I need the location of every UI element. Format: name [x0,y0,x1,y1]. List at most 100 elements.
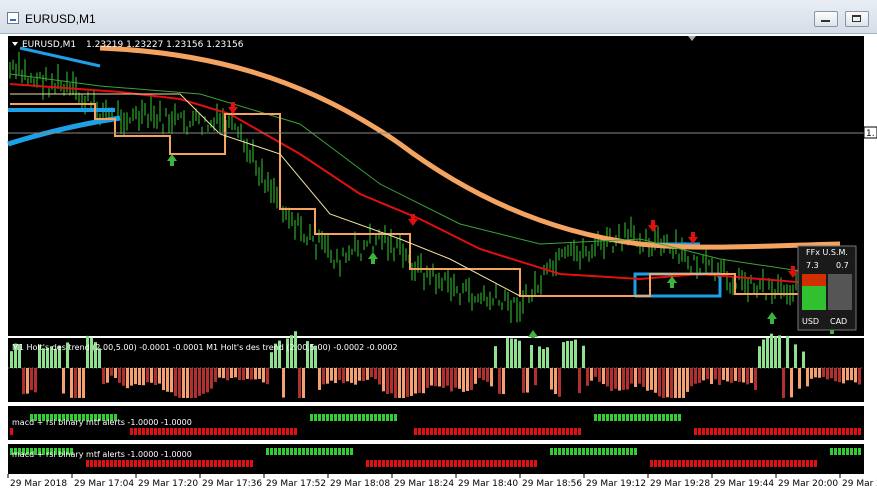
signal-bar-sell [650,460,653,467]
holt-bar-down [482,368,485,381]
signal-bar-sell [218,460,221,467]
ohlc-values: 1.23219 1.23227 1.23156 1.23156 [86,40,244,50]
signal-bar-sell [502,428,505,435]
currency-strength-meter: FFx U.S.M. 7.3 0.7 USD CAD [797,245,857,331]
holt-bar-down [490,368,493,387]
signal-bar-sell [370,460,373,467]
time-tick-label: 29 Mar 17:20 [138,479,198,488]
signal-bar-sell [130,460,133,467]
holt-bar-down [702,368,705,381]
holt-bar-down [782,368,785,398]
signal-bar-sell [90,460,93,467]
signal-bar-buy [306,448,309,455]
holt-bar-down [838,368,841,383]
signal-bar-sell [414,460,417,467]
signal-bar-sell [182,428,185,435]
signal-bar-sell [458,460,461,467]
signal-bar-sell [698,428,701,435]
signal-bar-sell [666,460,669,467]
signal-bar-buy [562,448,565,455]
holt-bar-down [82,368,85,398]
signal-bar-buy [630,414,633,421]
holt-bar-down [710,368,713,385]
maximize-button[interactable] [845,11,869,27]
signal-bar-sell [490,460,493,467]
macd-rsi-panel-2[interactable] [8,444,864,474]
signal-bar-buy [666,414,669,421]
signal-bar-sell [730,460,733,467]
signal-bar-buy [338,414,341,421]
signal-bar-sell [230,460,233,467]
signal-bar-sell [842,428,845,435]
signal-bar-sell [798,460,801,467]
signal-bar-sell [654,460,657,467]
holt-bar-down [426,368,429,388]
holt-bar-down [466,368,469,391]
signal-bar-sell [210,428,213,435]
signal-bar-sell [810,428,813,435]
signal-bar-buy [842,448,845,455]
holt-bar-down [442,368,445,388]
signal-bar-sell [430,428,433,435]
signal-bar-sell [122,460,125,467]
holt-panel-label: M1 Holt's des trend (2.00,5.00) -0.0001 … [12,343,398,352]
holt-bar-down [126,368,129,389]
signal-bar-sell [258,428,261,435]
signal-bar-buy [278,448,281,455]
signal-bar-sell [834,428,837,435]
signal-bar-sell [778,460,781,467]
holt-bar-down [206,368,209,393]
signal-bar-sell [186,460,189,467]
signal-bar-sell [398,460,401,467]
signal-bar-sell [114,460,117,467]
time-tick-label: 29 Mar 18:56 [522,479,582,488]
holt-bar-up [774,336,777,368]
holt-bar-down [694,368,697,384]
signal-bar-sell [234,460,237,467]
holt-bar-down [158,368,161,384]
signal-bar-sell [706,428,709,435]
holt-bar-down [670,368,673,398]
signal-bar-sell [470,428,473,435]
signal-bar-sell [710,460,713,467]
signal-bar-sell [150,460,153,467]
meter-title: FFx U.S.M. [806,248,848,257]
holt-bar-up [562,342,565,368]
signal-bar-buy [602,414,605,421]
holt-bar-down [138,368,141,386]
holt-bar-down [362,368,365,381]
holt-bar-down [298,368,301,398]
holt-bar-down [526,368,529,393]
time-tick-label: 29 Mar 18:24 [394,479,454,488]
holt-bar-down [330,368,333,381]
signal-bar-buy [642,414,645,421]
signal-bar-sell [702,460,705,467]
chart-area[interactable]: EURUSD,M1 1.23219 1.23227 1.23156 1.2315… [0,34,877,488]
holt-bar-down [122,368,125,386]
price-axis[interactable] [864,36,877,474]
holt-bar-down [730,368,733,383]
window-titlebar: EURUSD,M1 [0,0,877,34]
signal-bar-sell [578,428,581,435]
signal-bar-sell [522,428,525,435]
holt-bar-down [378,368,381,385]
signal-bar-buy [574,448,577,455]
signal-bar-sell [254,428,257,435]
signal-bar-sell [662,460,665,467]
signal-bar-sell [250,428,253,435]
time-tick-label: 29 Mar 17:52 [266,479,326,488]
holt-bar-down [262,368,265,383]
time-tick-label: 29 Mar 17:36 [202,479,262,488]
time-tick-label: 29 Mar 18:40 [458,479,518,488]
holt-bar-up [566,340,569,368]
signal-bar-sell [494,460,497,467]
signal-bar-buy [550,448,553,455]
signal-bar-buy [322,414,325,421]
minimize-button[interactable] [814,11,838,27]
signal-bar-sell [558,428,561,435]
holt-bar-down [698,368,701,383]
holt-bar-up [546,347,549,368]
signal-bar-sell [178,460,181,467]
signal-bar-buy [662,414,665,421]
minimize-icon [821,20,830,22]
